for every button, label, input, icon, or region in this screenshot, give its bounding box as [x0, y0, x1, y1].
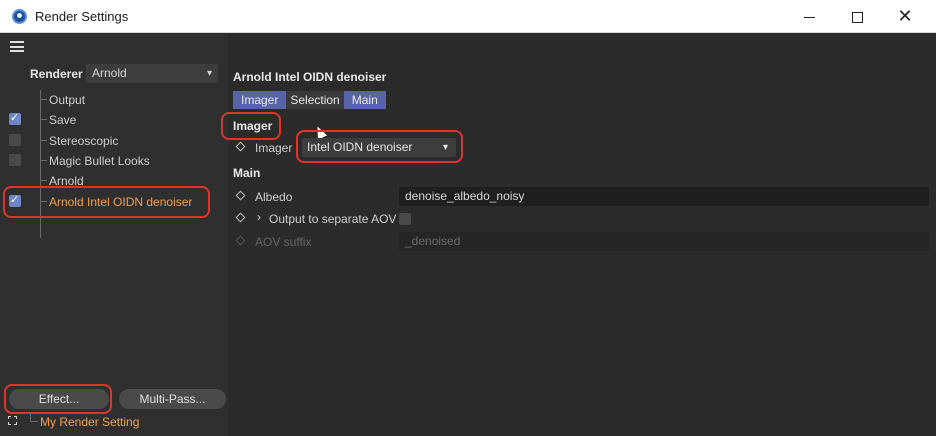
- tree-item-label: Magic Bullet Looks: [49, 154, 150, 168]
- output-aov-checkbox[interactable]: [399, 213, 411, 225]
- tab-imager[interactable]: Imager: [233, 91, 287, 109]
- stereoscopic-checkbox[interactable]: [9, 134, 21, 146]
- menu-icon[interactable]: [10, 41, 24, 52]
- aov-suffix-field: _denoised: [399, 232, 929, 251]
- annotation-highlight: [296, 130, 463, 163]
- render-setting-label: My Render Setting: [40, 415, 140, 429]
- tab-main[interactable]: Main: [343, 91, 386, 109]
- tree-item-magic-bullet-looks[interactable]: Magic Bullet Looks: [0, 151, 228, 171]
- multi-pass-button[interactable]: Multi-Pass...: [119, 389, 226, 409]
- albedo-row: Albedo denoise_albedo_noisy: [229, 187, 936, 207]
- close-icon: ✕: [897, 6, 913, 27]
- save-checkbox[interactable]: [9, 111, 21, 125]
- maximize-icon: [851, 11, 863, 23]
- keyframe-diamond-icon[interactable]: [235, 190, 246, 201]
- keyframe-diamond-icon: [235, 235, 246, 246]
- tree-item-output[interactable]: Output: [0, 90, 228, 110]
- attributes-panel: Arnold Intel OIDN denoiser Imager Select…: [221, 34, 936, 436]
- tree-item-label: Save: [49, 113, 77, 127]
- chevron-right-icon[interactable]: ›: [257, 210, 261, 224]
- render-setting-item[interactable]: My Render Setting: [0, 412, 228, 432]
- output-aov-label: Output to separate AOV: [269, 212, 397, 226]
- albedo-label: Albedo: [255, 190, 293, 204]
- main-section-heading: Main: [233, 166, 261, 180]
- albedo-field[interactable]: denoise_albedo_noisy: [399, 187, 929, 206]
- magic-bullet-looks-checkbox[interactable]: [9, 154, 21, 166]
- aov-suffix-row: AOV suffix _denoised: [229, 232, 936, 252]
- left-panel: Renderer Arnold ▾ Output Save Stereoscop…: [0, 34, 228, 436]
- window-title: Render Settings: [35, 9, 129, 24]
- cinema4d-app-icon: [12, 9, 27, 24]
- minimize-icon: [803, 16, 815, 18]
- output-aov-row: › Output to separate AOV: [229, 209, 936, 229]
- title-bar: Render Settings ✕: [0, 0, 936, 33]
- renderer-select[interactable]: Arnold ▾: [86, 64, 218, 83]
- imager-label: Imager: [255, 141, 293, 155]
- tab-bar: Imager Selection Main: [233, 91, 386, 109]
- annotation-highlight: [221, 112, 281, 140]
- minimize-button[interactable]: [786, 4, 832, 30]
- annotation-highlight: [3, 186, 210, 218]
- object-title: Arnold Intel OIDN denoiser: [233, 70, 387, 84]
- renderer-select-value: Arnold: [92, 66, 127, 80]
- tree-item-save[interactable]: Save: [0, 110, 228, 130]
- chevron-down-icon: ▾: [206, 68, 212, 79]
- annotation-highlight: [4, 384, 112, 414]
- keyframe-diamond-icon[interactable]: [235, 212, 246, 223]
- renderer-label: Renderer: [30, 67, 83, 81]
- render-setting-icon: [8, 416, 17, 425]
- tree-item-label: Output: [49, 93, 86, 107]
- tree-item-label: Stereoscopic: [49, 134, 119, 148]
- tree-item-stereoscopic[interactable]: Stereoscopic: [0, 131, 228, 151]
- maximize-button[interactable]: [834, 4, 880, 30]
- tab-selection[interactable]: Selection: [286, 91, 344, 109]
- close-button[interactable]: ✕: [882, 4, 928, 30]
- aov-suffix-label: AOV suffix: [255, 235, 312, 249]
- keyframe-diamond-icon[interactable]: [235, 141, 246, 152]
